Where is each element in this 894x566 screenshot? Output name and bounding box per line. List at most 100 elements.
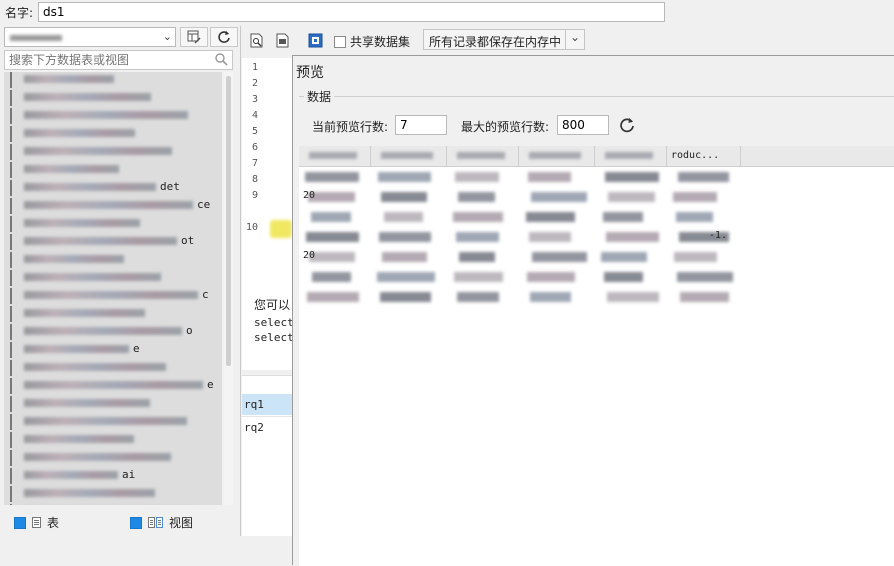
preview-cell[interactable] <box>299 167 371 187</box>
preview-cell[interactable] <box>371 247 447 267</box>
blurred-cell-value <box>453 212 503 222</box>
max-rows-input[interactable] <box>557 115 609 135</box>
preview-cell[interactable] <box>371 287 447 307</box>
preview-cell[interactable] <box>447 227 519 247</box>
refresh-tables-button[interactable] <box>210 27 238 47</box>
preview-cell[interactable] <box>299 207 371 227</box>
table-name-suffix: c <box>202 288 209 301</box>
preview-cell[interactable] <box>519 287 595 307</box>
preview-cell[interactable] <box>447 267 519 287</box>
preview-cell[interactable] <box>299 267 371 287</box>
name-input[interactable] <box>38 2 665 22</box>
preview-column-header[interactable]: roduc... <box>667 146 741 166</box>
table-list-item[interactable] <box>4 160 222 178</box>
table-list-item[interactable] <box>4 448 222 466</box>
preview-cell[interactable] <box>667 287 741 307</box>
table-search-box[interactable] <box>4 50 233 70</box>
preview-cell[interactable] <box>519 227 595 247</box>
table-list-item[interactable] <box>4 124 222 142</box>
preview-cell[interactable] <box>371 267 447 287</box>
refresh-preview-button[interactable] <box>619 117 637 135</box>
table-icon <box>10 342 12 358</box>
preview-cell[interactable] <box>595 227 667 247</box>
preview-cell[interactable] <box>595 207 667 227</box>
table-list-item[interactable]: det <box>4 178 222 196</box>
blurred-table-name <box>24 399 150 407</box>
preview-cell[interactable] <box>595 287 667 307</box>
preview-cell[interactable] <box>667 187 741 207</box>
table-list-item[interactable]: e <box>4 340 222 358</box>
preview-button[interactable] <box>246 30 268 50</box>
table-list-item[interactable] <box>4 250 222 268</box>
param-row[interactable]: rq1 <box>242 394 292 415</box>
table-list-item[interactable]: ce <box>4 196 222 214</box>
preview-cell[interactable] <box>447 287 519 307</box>
connection-select[interactable]: ⌄ <box>4 27 176 47</box>
preview-cell[interactable] <box>299 287 371 307</box>
table-list-item[interactable] <box>4 358 222 376</box>
table-list-item[interactable] <box>4 214 222 232</box>
preview-cell[interactable] <box>519 207 595 227</box>
table-search-input[interactable] <box>5 51 205 69</box>
table-list-scrollbar[interactable] <box>224 72 233 505</box>
filter-view[interactable]: 视图 <box>130 514 193 531</box>
preview-cell[interactable] <box>447 167 519 187</box>
preview-cell[interactable] <box>371 187 447 207</box>
preview-cell[interactable] <box>371 167 447 187</box>
preview-cell[interactable] <box>667 167 741 187</box>
blurred-cell-value <box>528 172 571 182</box>
table-list-item[interactable] <box>4 484 222 502</box>
share-dataset-option[interactable]: 共享数据集 <box>334 33 410 50</box>
table-list-item[interactable] <box>4 88 222 106</box>
preview-cell[interactable] <box>519 167 595 187</box>
preview-cell[interactable] <box>667 207 741 227</box>
preview-cell[interactable] <box>667 267 741 287</box>
table-list-item[interactable]: o <box>4 322 222 340</box>
table-list-item[interactable] <box>4 430 222 448</box>
param-row[interactable]: rq2 <box>242 416 292 437</box>
preview-cell[interactable]: -1. <box>667 227 741 247</box>
preview-cell[interactable] <box>447 187 519 207</box>
blurred-cell-value <box>526 212 575 222</box>
preview-cell[interactable] <box>595 247 667 267</box>
preview-cell[interactable] <box>299 227 371 247</box>
blurred-header-text <box>381 152 433 159</box>
sql-builder-button[interactable] <box>180 27 208 47</box>
scrollbar-thumb[interactable] <box>226 76 231 366</box>
preview-cell[interactable] <box>447 207 519 227</box>
preview-cell[interactable] <box>519 267 595 287</box>
filter-table[interactable]: 表 <box>14 514 59 531</box>
view-filter-checkbox[interactable] <box>130 516 142 529</box>
current-rows-input[interactable] <box>395 115 447 135</box>
table-list-item[interactable] <box>4 72 222 88</box>
preview-cell[interactable]: 20 <box>299 187 371 207</box>
share-dataset-checkbox[interactable] <box>334 35 346 48</box>
table-list-item[interactable] <box>4 142 222 160</box>
table-list-item[interactable] <box>4 394 222 412</box>
preview-cell[interactable] <box>667 247 741 267</box>
preview-cell[interactable] <box>371 227 447 247</box>
preview-cell[interactable] <box>519 247 595 267</box>
preview-cell[interactable] <box>447 247 519 267</box>
table-filter-checkbox[interactable] <box>14 516 26 529</box>
table-list-item[interactable] <box>4 412 222 430</box>
preview-cell[interactable] <box>595 267 667 287</box>
preview-cell[interactable] <box>371 207 447 227</box>
preview-cell[interactable]: 20 <box>299 247 371 267</box>
table-list-item[interactable]: e <box>4 376 222 394</box>
parameter-button[interactable] <box>304 30 326 50</box>
preview-cell-text: 20 <box>303 190 316 201</box>
storage-mode-select[interactable]: 所有记录都保存在内存中 ⌄ <box>423 29 585 50</box>
preview-cell[interactable] <box>595 187 667 207</box>
table-list-item[interactable] <box>4 268 222 286</box>
preview-cell[interactable] <box>519 187 595 207</box>
table-list-item[interactable]: ot <box>4 232 222 250</box>
table-list-item[interactable]: c <box>4 286 222 304</box>
table-list-item[interactable]: ai <box>4 466 222 484</box>
save-sql-button[interactable] <box>272 30 294 50</box>
table-list-item[interactable] <box>4 106 222 124</box>
blurred-cell-value <box>678 172 729 182</box>
table-list-item[interactable] <box>4 304 222 322</box>
preview-cell[interactable] <box>595 167 667 187</box>
table-list-item[interactable]: pu <box>4 502 222 505</box>
